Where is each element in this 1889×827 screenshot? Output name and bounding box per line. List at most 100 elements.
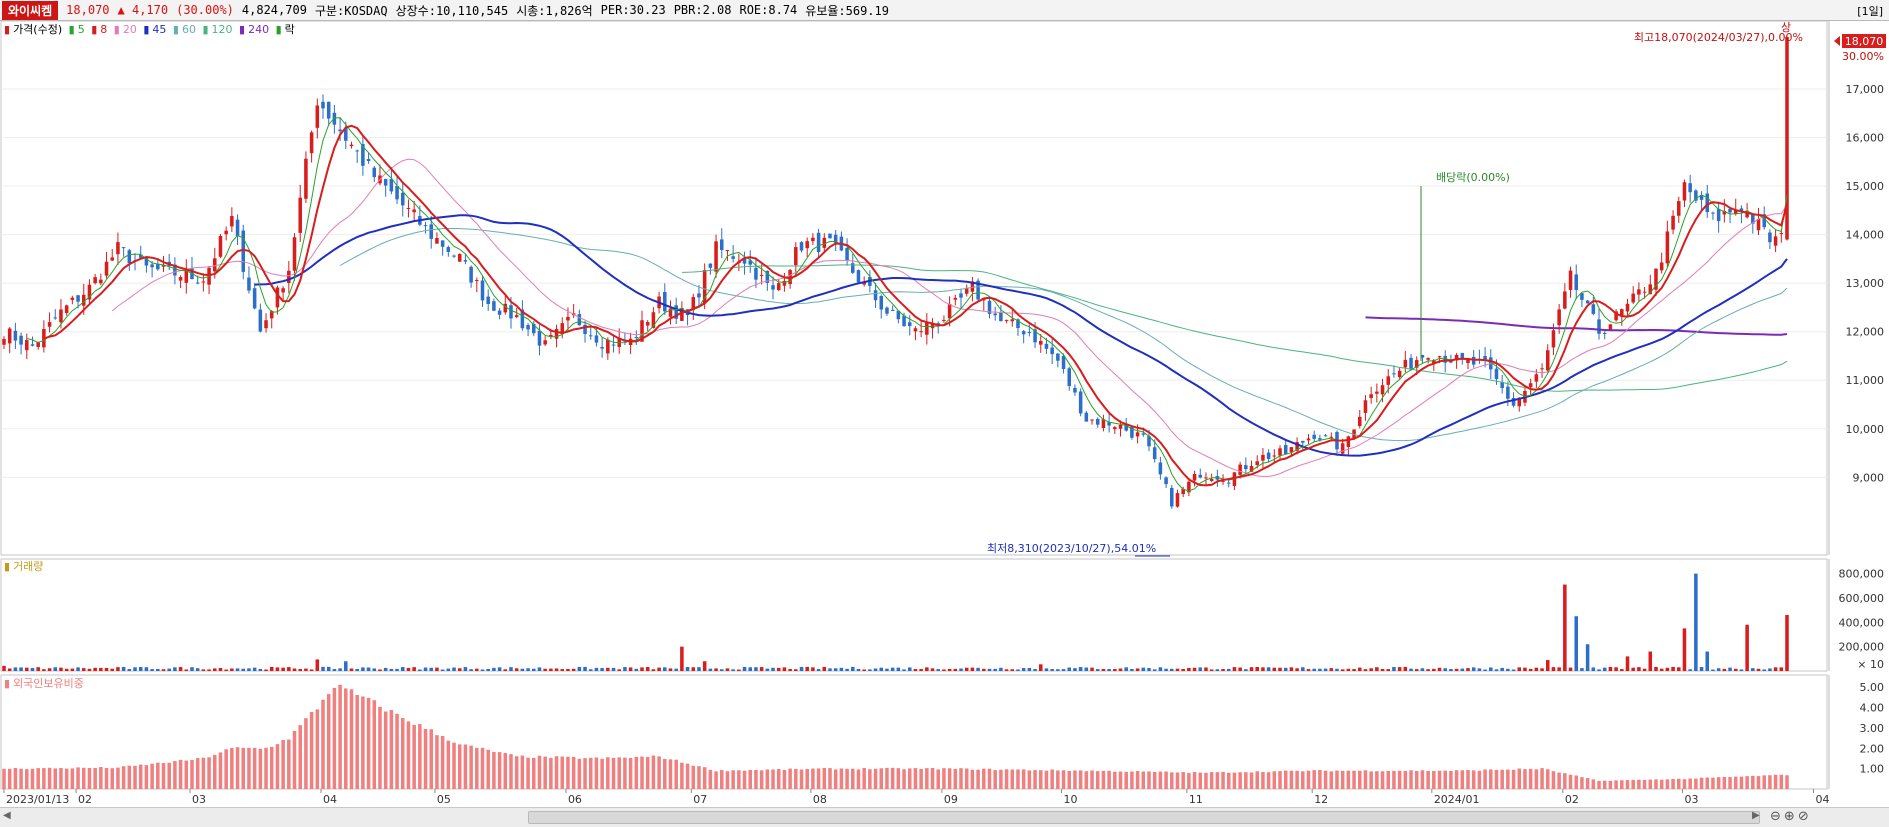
volume-bar [543,668,547,671]
horizontal-scrollbar[interactable]: ◀ ▶ ⊖⊕⊘ [0,807,1889,827]
foreign-bar [47,767,52,789]
foreign-bar [685,763,690,789]
foreign-bar [1050,769,1054,789]
candle-body [400,192,405,206]
candle-body [446,247,451,252]
foreign-bar [1739,776,1744,789]
volume-bar [167,668,171,671]
foreign-bar [201,757,206,789]
foreign-bar [771,769,775,789]
foreign-bar [748,769,753,789]
volume-bar [1489,667,1493,671]
chart-area[interactable]: 9,000 10,000 11,000 12,000 13,000 14,000 15,00… [0,21,1889,807]
zoom-in-icon[interactable]: ⊕ [1784,809,1798,824]
candle-body [1118,424,1123,429]
foreign-bar [822,767,827,789]
candle-body [526,325,530,330]
foreign-bar [680,762,684,789]
foreign-tick-label: 4.00 [1860,702,1885,715]
volume-bar [1471,667,1476,671]
zoom-controls[interactable]: ⊖⊕⊘ [1770,809,1812,824]
foreign-bar [1426,771,1430,789]
candle-body [195,282,200,284]
volume-bar [959,668,963,671]
candle-body [497,310,502,315]
candle-body [1158,462,1163,475]
volume-bar [207,669,211,671]
foreign-bar [264,747,268,789]
foreign-bar [138,764,143,789]
foreign-bar [1312,770,1316,789]
zoom-out-icon[interactable]: ⊖ [1770,809,1784,824]
volume-bar [845,668,849,671]
volume-bar [156,668,160,671]
foreign-bar [719,770,724,789]
current-price: 18,070 [66,3,110,17]
foreign-bar [1135,771,1140,789]
candle-body [230,216,234,227]
volume-bar [1637,667,1641,671]
foreign-bar [640,756,644,789]
candle-body [184,269,189,283]
volume-bar [76,667,80,671]
scroll-left-icon[interactable]: ◀ [3,810,11,821]
volume-bar [1033,669,1037,671]
period-selector[interactable]: [1일] [1857,3,1883,19]
volume-bar [161,669,166,671]
volume-bar [1312,668,1316,671]
candle-body [566,316,570,321]
foreign-bar [13,768,18,789]
volume-bar [287,667,291,671]
foreign-bar [1716,777,1721,789]
volume-bar [25,667,29,671]
foreign-bar [947,768,952,789]
volume-bar [645,667,650,671]
foreign-bar [1118,771,1123,789]
volume-bar [532,668,536,671]
foreign-bar [532,757,536,789]
candle-body [1631,293,1635,303]
candle-body [1585,300,1590,304]
candle-body [463,260,468,262]
price-grid: 9,000 10,000 11,000 12,000 13,000 14,000 15,00… [2,83,1884,484]
foreign-bar [1677,778,1681,789]
foreign-bar [457,744,462,789]
foreign-bar [1568,774,1573,789]
foreign-bar [816,768,821,789]
candle-body [201,281,206,283]
foreign-bar [235,747,240,789]
candle-body [1340,443,1345,454]
candle-body [241,230,246,272]
scroll-right-icon[interactable]: ▶ [1752,810,1760,821]
foreign-bar [1152,771,1157,789]
volume-bar [1768,668,1772,671]
foreign-bar [76,767,80,789]
foreign-bar [1272,771,1277,789]
volume-bar [7,668,12,671]
foreign-bar [993,770,997,789]
volume-bar [1454,668,1459,671]
volume-bar [1340,669,1345,671]
volume-bar [1557,667,1561,671]
price-tick-label: 17,000 [1846,83,1885,96]
candle-body [1198,474,1203,478]
volume-bar [1164,668,1168,671]
scroll-thumb[interactable] [528,811,1760,824]
foreign-bar [1682,779,1687,789]
stock-name[interactable]: 와이씨켐 [2,0,59,20]
candle-body [1705,193,1710,213]
volume-bar [566,669,570,671]
candle-body [1568,270,1573,290]
candle-body [30,344,35,346]
price-change: ▲ 4,170 [117,3,169,17]
candle-body [150,264,154,268]
volume-bar [1232,667,1237,671]
volume-tick-label: 400,000 [1839,616,1885,629]
candle-body [1038,341,1043,345]
zoom-reset-icon[interactable]: ⊘ [1798,809,1812,824]
price-tick-label: 16,000 [1846,132,1885,145]
foreign-bar [799,769,804,789]
foreign-bar [1585,778,1590,789]
volume-bar [634,668,639,671]
candle-body [1506,386,1510,399]
